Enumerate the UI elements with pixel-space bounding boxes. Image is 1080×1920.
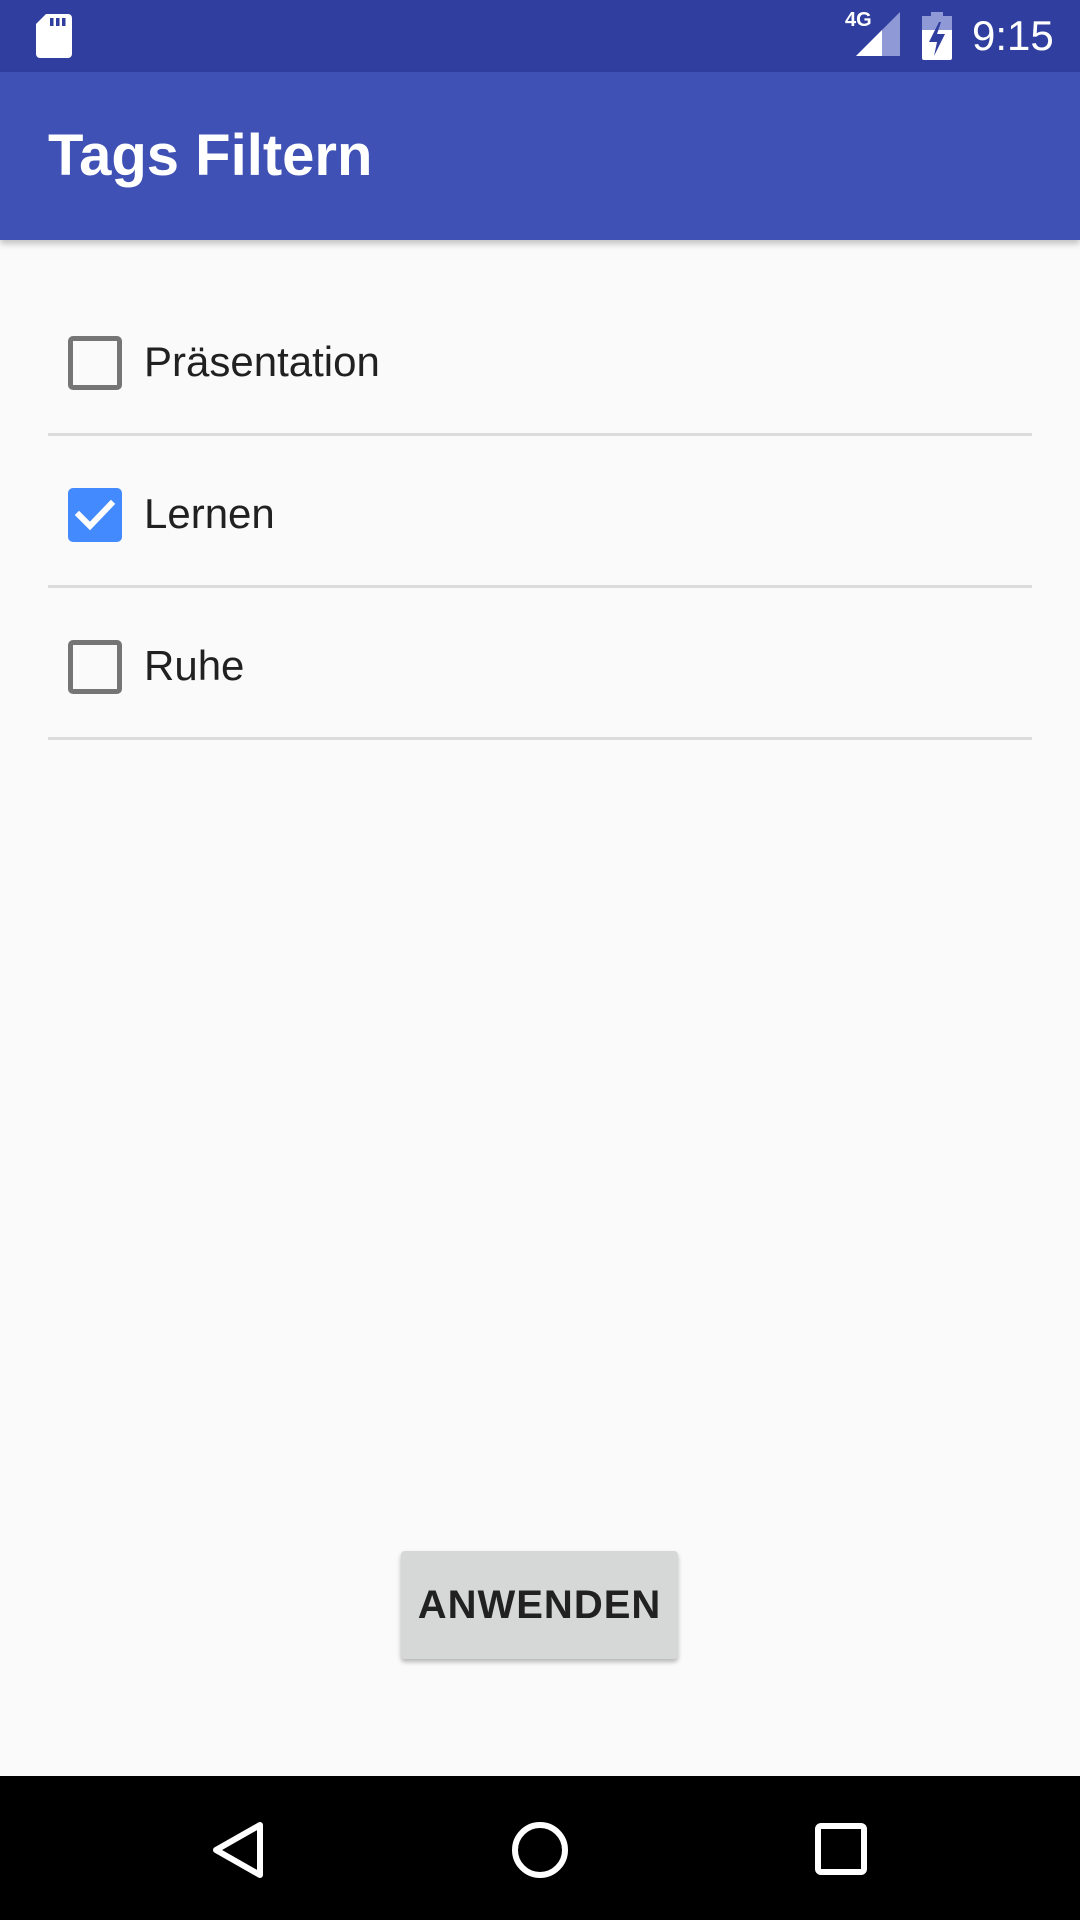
navigation-bar bbox=[0, 1776, 1080, 1920]
sd-card-icon bbox=[36, 14, 72, 58]
status-bar: 4G 9:15 bbox=[0, 0, 1080, 72]
status-time: 9:15 bbox=[972, 12, 1054, 59]
checkbox-ruhe[interactable] bbox=[68, 640, 122, 694]
app-bar: Tags Filtern bbox=[0, 72, 1080, 240]
checkbox-praesentation[interactable] bbox=[68, 336, 122, 390]
tag-label: Ruhe bbox=[144, 642, 245, 689]
tag-label: Lernen bbox=[144, 490, 275, 537]
tag-list: Präsentation Lernen Ruhe bbox=[48, 284, 1032, 740]
signal-icon bbox=[856, 12, 900, 56]
recents-icon[interactable] bbox=[814, 1822, 868, 1876]
tag-label: Präsentation bbox=[144, 338, 380, 385]
checkmark-icon bbox=[74, 499, 116, 531]
tag-row-praesentation[interactable]: Präsentation bbox=[48, 284, 1032, 436]
tag-row-ruhe[interactable]: Ruhe bbox=[48, 588, 1032, 740]
page-title: Tags Filtern bbox=[48, 123, 373, 188]
back-icon[interactable] bbox=[210, 1820, 266, 1880]
apply-button[interactable]: ANWENDEN bbox=[401, 1551, 678, 1659]
home-icon[interactable] bbox=[510, 1820, 570, 1880]
tag-row-lernen[interactable]: Lernen bbox=[48, 436, 1032, 588]
battery-charging-icon bbox=[922, 12, 952, 60]
checkbox-lernen[interactable] bbox=[68, 488, 122, 542]
